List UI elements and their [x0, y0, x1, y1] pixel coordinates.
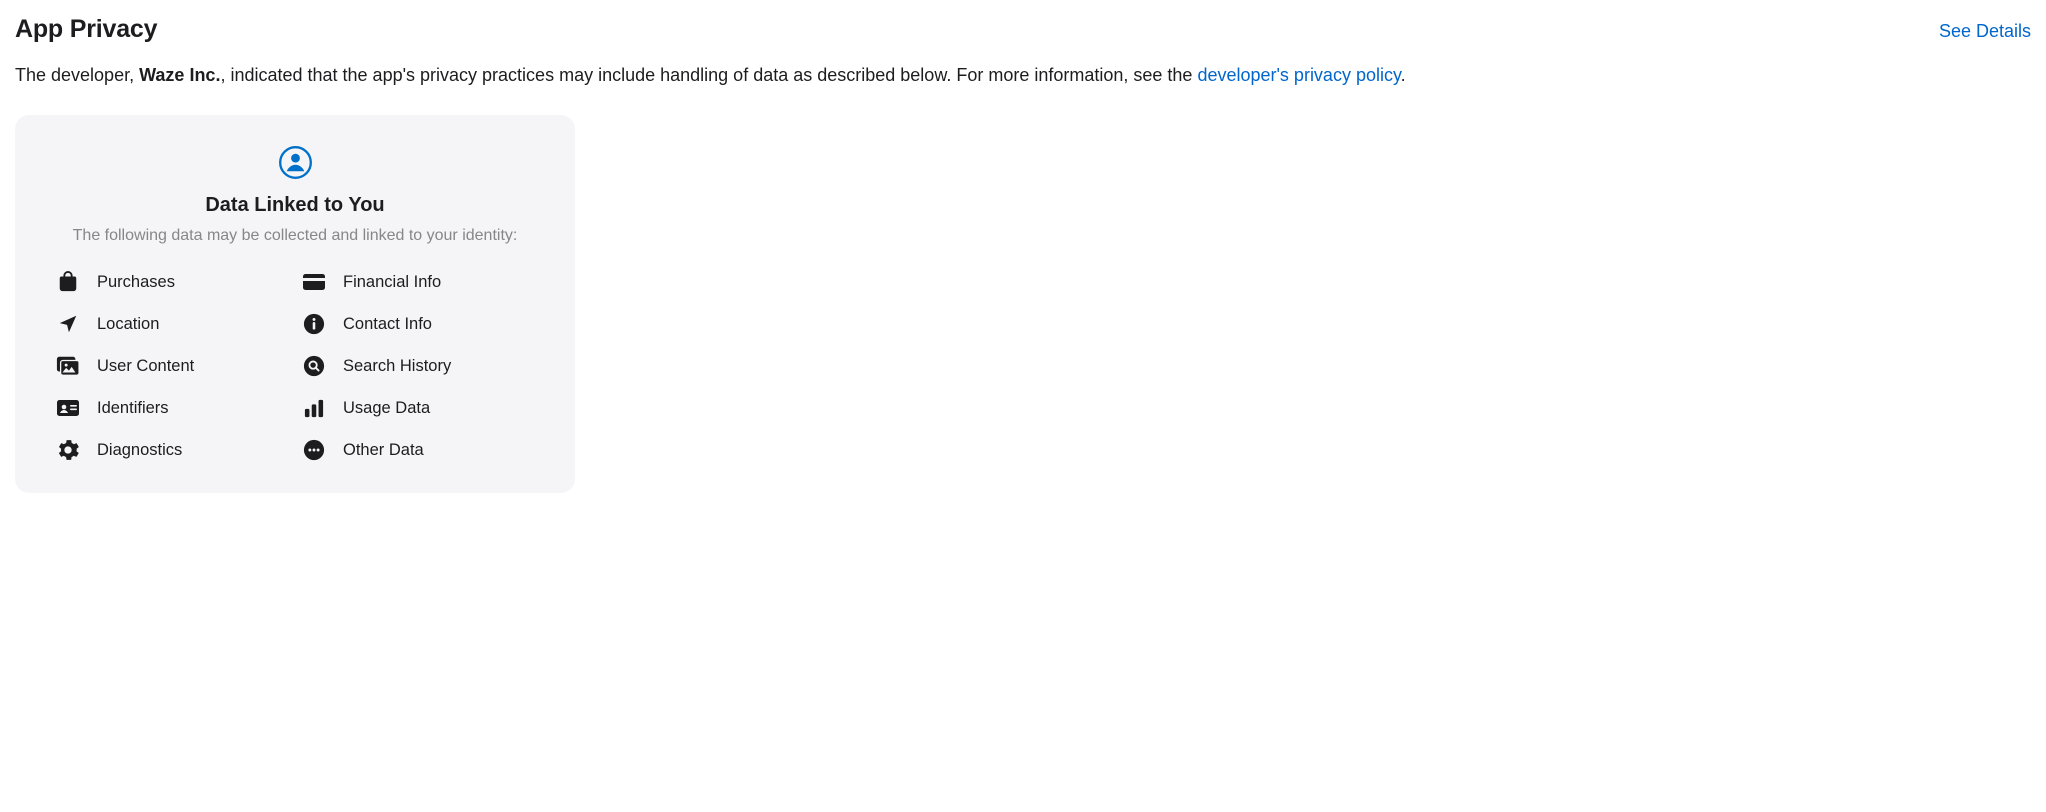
privacy-description: The developer, Waze Inc., indicated that…	[15, 62, 2031, 89]
data-item-label: Diagnostics	[97, 441, 182, 460]
data-item-diagnostics: Diagnostics	[55, 437, 289, 463]
card-subtitle: The following data may be collected and …	[55, 227, 535, 245]
data-item-label: Financial Info	[343, 273, 441, 292]
id-card-icon	[55, 395, 81, 421]
desc-prefix: The developer,	[15, 65, 139, 85]
credit-card-icon	[301, 269, 327, 295]
data-linked-card: Data Linked to You The following data ma…	[15, 115, 575, 493]
see-details-link[interactable]: See Details	[1939, 21, 2031, 42]
search-circle-icon	[301, 353, 327, 379]
data-item-other-data: Other Data	[301, 437, 535, 463]
ellipsis-circle-icon	[301, 437, 327, 463]
data-item-financial: Financial Info	[301, 269, 535, 295]
bar-chart-icon	[301, 395, 327, 421]
data-item-label: User Content	[97, 357, 194, 376]
user-circle-icon	[278, 145, 313, 180]
privacy-policy-link[interactable]: developer's privacy policy	[1197, 65, 1400, 85]
data-item-label: Contact Info	[343, 315, 432, 334]
data-item-label: Purchases	[97, 273, 175, 292]
data-item-label: Identifiers	[97, 399, 169, 418]
data-item-label: Other Data	[343, 441, 424, 460]
info-circle-icon	[301, 311, 327, 337]
data-item-location: Location	[55, 311, 289, 337]
data-item-label: Location	[97, 315, 159, 334]
data-item-usage-data: Usage Data	[301, 395, 535, 421]
data-item-user-content: User Content	[55, 353, 289, 379]
desc-suffix: .	[1401, 65, 1406, 85]
bag-icon	[55, 269, 81, 295]
data-item-label: Usage Data	[343, 399, 430, 418]
gear-icon	[55, 437, 81, 463]
data-item-search-history: Search History	[301, 353, 535, 379]
data-item-purchases: Purchases	[55, 269, 289, 295]
card-title: Data Linked to You	[55, 194, 535, 217]
data-item-contact: Contact Info	[301, 311, 535, 337]
data-item-label: Search History	[343, 357, 451, 376]
location-arrow-icon	[55, 311, 81, 337]
desc-middle: , indicated that the app's privacy pract…	[220, 65, 1197, 85]
photos-icon	[55, 353, 81, 379]
developer-name: Waze Inc.	[139, 65, 220, 85]
data-item-identifiers: Identifiers	[55, 395, 289, 421]
section-title: App Privacy	[15, 15, 157, 44]
